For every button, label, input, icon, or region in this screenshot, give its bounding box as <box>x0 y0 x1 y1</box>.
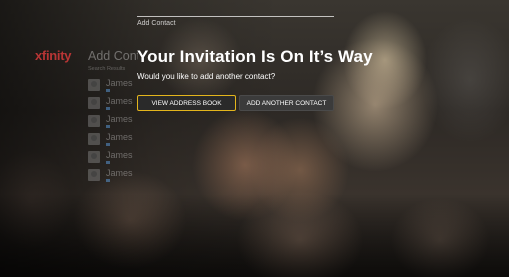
presence-icon <box>106 89 110 92</box>
presence-icon <box>106 107 110 110</box>
presence-icon <box>106 143 110 146</box>
avatar-icon <box>88 169 100 181</box>
contact-list-item[interactable]: James <box>88 149 138 167</box>
avatar-icon <box>88 79 100 91</box>
contact-list-item[interactable]: James <box>88 77 138 95</box>
contact-list-item[interactable]: James <box>88 113 138 131</box>
dialog-divider <box>137 16 334 17</box>
contact-list-item[interactable]: James <box>88 131 138 149</box>
presence-icon <box>106 179 110 182</box>
avatar-icon <box>88 151 100 163</box>
contact-list-item[interactable]: James <box>88 167 138 185</box>
contact-name: James <box>106 132 133 142</box>
contact-name: James <box>106 96 133 106</box>
dialog-message: Would you like to add another contact? <box>137 72 276 81</box>
xfinity-logo: xfinity <box>35 48 72 63</box>
contact-name: James <box>106 78 133 88</box>
background-overlay <box>0 0 509 277</box>
avatar-icon <box>88 115 100 127</box>
view-address-book-button[interactable]: VIEW ADDRESS BOOK <box>137 95 236 111</box>
contact-name: James <box>106 168 133 178</box>
avatar-icon <box>88 97 100 109</box>
contact-name: James <box>106 150 133 160</box>
contact-list: James James James James James James <box>88 77 138 185</box>
contact-name: James <box>106 114 133 124</box>
search-results-label: Search Results <box>88 66 126 72</box>
dialog-title: Your Invitation Is On It’s Way <box>137 47 373 66</box>
contact-list-item[interactable]: James <box>88 95 138 113</box>
presence-icon <box>106 161 110 164</box>
presence-icon <box>106 125 110 128</box>
add-another-contact-button[interactable]: ADD ANOTHER CONTACT <box>239 95 334 111</box>
avatar-icon <box>88 133 100 145</box>
background-heading: Add Contact <box>88 49 138 63</box>
dialog-label: Add Contact <box>137 20 176 27</box>
